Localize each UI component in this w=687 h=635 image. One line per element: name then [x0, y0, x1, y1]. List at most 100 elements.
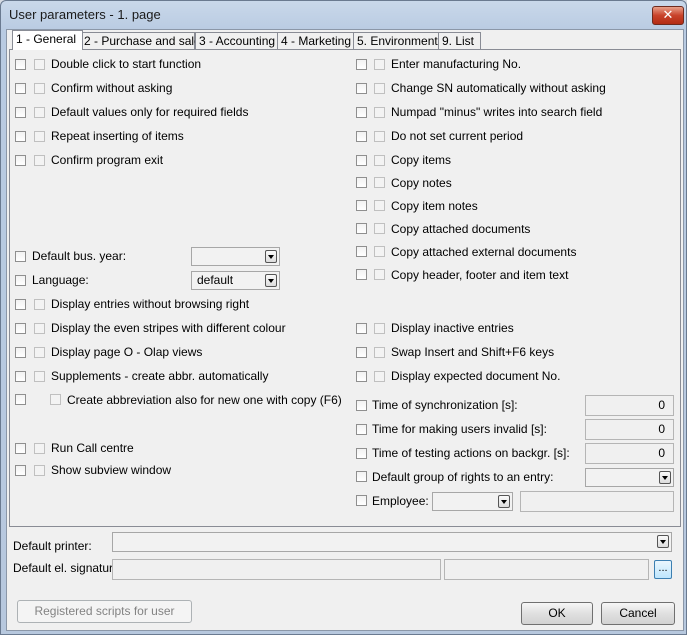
numpad-minus-default-checkbox: [374, 107, 385, 118]
even-stripes-default-checkbox: [34, 323, 45, 334]
supplements-abbr-checkbox[interactable]: [15, 371, 26, 382]
employee-name-field[interactable]: [520, 491, 674, 512]
page-o-olap-checkbox[interactable]: [15, 347, 26, 358]
time-testing-label: Time of testing actions on backgr. [s]:: [372, 446, 570, 460]
default-group-rights-checkbox[interactable]: [356, 471, 367, 482]
confirm-exit-checkbox[interactable]: [15, 155, 26, 166]
chevron-down-icon[interactable]: [659, 471, 671, 484]
tab-general[interactable]: 1 - General: [12, 30, 83, 50]
general-tab-panel: Double click to start function Confirm w…: [9, 49, 681, 527]
default-el-signature-label: Default el. signature: [13, 561, 120, 575]
run-call-centre-label: Run Call centre: [51, 441, 134, 455]
no-current-period-label: Do not set current period: [391, 129, 524, 143]
swap-insert-label: Swap Insert and Shift+F6 keys: [391, 345, 555, 359]
copy-items-checkbox[interactable]: [356, 155, 367, 166]
tab-list[interactable]: 9. List: [438, 32, 481, 49]
time-invalid-checkbox[interactable]: [356, 424, 367, 435]
tab-marketing[interactable]: 4 - Marketing: [277, 32, 355, 49]
time-testing-field[interactable]: 0: [585, 443, 674, 464]
copy-header-footer-label: Copy header, footer and item text: [391, 268, 569, 282]
copy-attached-external-default-checkbox: [374, 246, 385, 257]
no-current-period-checkbox[interactable]: [356, 131, 367, 142]
display-expected-doc-checkbox[interactable]: [356, 371, 367, 382]
run-call-centre-checkbox[interactable]: [15, 443, 26, 454]
chevron-down-icon[interactable]: [657, 535, 669, 548]
change-sn-label: Change SN automatically without asking: [391, 81, 606, 95]
confirm-exit-default-checkbox: [34, 155, 45, 166]
double-click-default-checkbox: [34, 59, 45, 70]
copy-attached-external-checkbox[interactable]: [356, 246, 367, 257]
display-without-browsing-label: Display entries without browsing right: [51, 297, 250, 311]
default-printer-label: Default printer:: [13, 539, 92, 553]
el-signature-field[interactable]: [112, 559, 441, 580]
default-bus-year-checkbox[interactable]: [15, 251, 26, 262]
copy-header-footer-checkbox[interactable]: [356, 269, 367, 280]
supplements-abbr-default-checkbox: [34, 371, 45, 382]
copy-attached-docs-default-checkbox: [374, 223, 385, 234]
display-expected-doc-label: Display expected document No.: [391, 369, 561, 383]
language-checkbox[interactable]: [15, 275, 26, 286]
copy-notes-default-checkbox: [374, 177, 385, 188]
copy-item-notes-checkbox[interactable]: [356, 200, 367, 211]
change-sn-checkbox[interactable]: [356, 83, 367, 94]
chevron-down-icon[interactable]: [265, 250, 277, 263]
default-bus-year-select[interactable]: [191, 247, 280, 266]
registered-scripts-button[interactable]: Registered scripts for user: [17, 600, 192, 623]
swap-insert-checkbox[interactable]: [356, 347, 367, 358]
default-values-required-default-checkbox: [34, 107, 45, 118]
double-click-label: Double click to start function: [51, 57, 202, 71]
time-sync-label: Time of synchronization [s]:: [372, 398, 518, 412]
time-sync-field[interactable]: 0: [585, 395, 674, 416]
employee-label: Employee:: [372, 494, 429, 508]
show-subview-checkbox[interactable]: [15, 465, 26, 476]
confirm-without-asking-checkbox[interactable]: [15, 83, 26, 94]
default-values-required-checkbox[interactable]: [15, 107, 26, 118]
display-without-browsing-checkbox[interactable]: [15, 299, 26, 310]
copy-attached-docs-checkbox[interactable]: [356, 223, 367, 234]
display-without-browsing-default-checkbox: [34, 299, 45, 310]
employee-checkbox[interactable]: [356, 495, 367, 506]
cancel-button[interactable]: Cancel: [601, 602, 675, 625]
copy-attached-external-label: Copy attached external documents: [391, 245, 577, 259]
language-value: default: [197, 273, 234, 287]
ok-button[interactable]: OK: [521, 602, 593, 625]
display-inactive-checkbox[interactable]: [356, 323, 367, 334]
dialog-window: User parameters - 1. page ✕ 1 - General …: [0, 0, 687, 635]
time-testing-checkbox[interactable]: [356, 448, 367, 459]
browse-signature-button[interactable]: ...: [654, 560, 672, 579]
manufacturing-no-checkbox[interactable]: [356, 59, 367, 70]
tab-accounting[interactable]: 3 - Accounting: [195, 32, 278, 49]
chevron-down-icon[interactable]: [265, 274, 277, 287]
double-click-checkbox[interactable]: [15, 59, 26, 70]
confirm-exit-label: Confirm program exit: [51, 153, 164, 167]
repeat-inserting-checkbox[interactable]: [15, 131, 26, 142]
time-sync-checkbox[interactable]: [356, 400, 367, 411]
copy-notes-checkbox[interactable]: [356, 177, 367, 188]
numpad-minus-checkbox[interactable]: [356, 107, 367, 118]
tab-environment[interactable]: 5. Environment: [353, 32, 440, 49]
manufacturing-no-label: Enter manufacturing No.: [391, 57, 522, 71]
title-bar[interactable]: User parameters - 1. page ✕: [1, 1, 686, 29]
manufacturing-no-default-checkbox: [374, 59, 385, 70]
employee-select[interactable]: [432, 492, 513, 511]
el-signature-detail-field[interactable]: [444, 559, 649, 580]
copy-item-notes-label: Copy item notes: [391, 199, 478, 213]
copy-item-notes-default-checkbox: [374, 200, 385, 211]
display-inactive-default-checkbox: [374, 323, 385, 334]
close-button[interactable]: ✕: [652, 6, 684, 25]
create-abbr-copy-checkbox[interactable]: [15, 394, 26, 405]
default-bus-year-label: Default bus. year:: [32, 249, 127, 263]
confirm-without-asking-default-checkbox: [34, 83, 45, 94]
copy-notes-label: Copy notes: [391, 176, 452, 190]
time-invalid-field[interactable]: 0: [585, 419, 674, 440]
even-stripes-checkbox[interactable]: [15, 323, 26, 334]
language-select[interactable]: default: [191, 271, 280, 290]
display-expected-doc-default-checkbox: [374, 371, 385, 382]
no-current-period-default-checkbox: [374, 131, 385, 142]
change-sn-default-checkbox: [374, 83, 385, 94]
default-group-rights-select[interactable]: [585, 468, 674, 487]
display-inactive-label: Display inactive entries: [391, 321, 514, 335]
tab-purchase-and-sale[interactable]: 2 - Purchase and sale: [80, 32, 201, 49]
chevron-down-icon[interactable]: [498, 495, 510, 508]
default-printer-select[interactable]: [112, 532, 672, 552]
